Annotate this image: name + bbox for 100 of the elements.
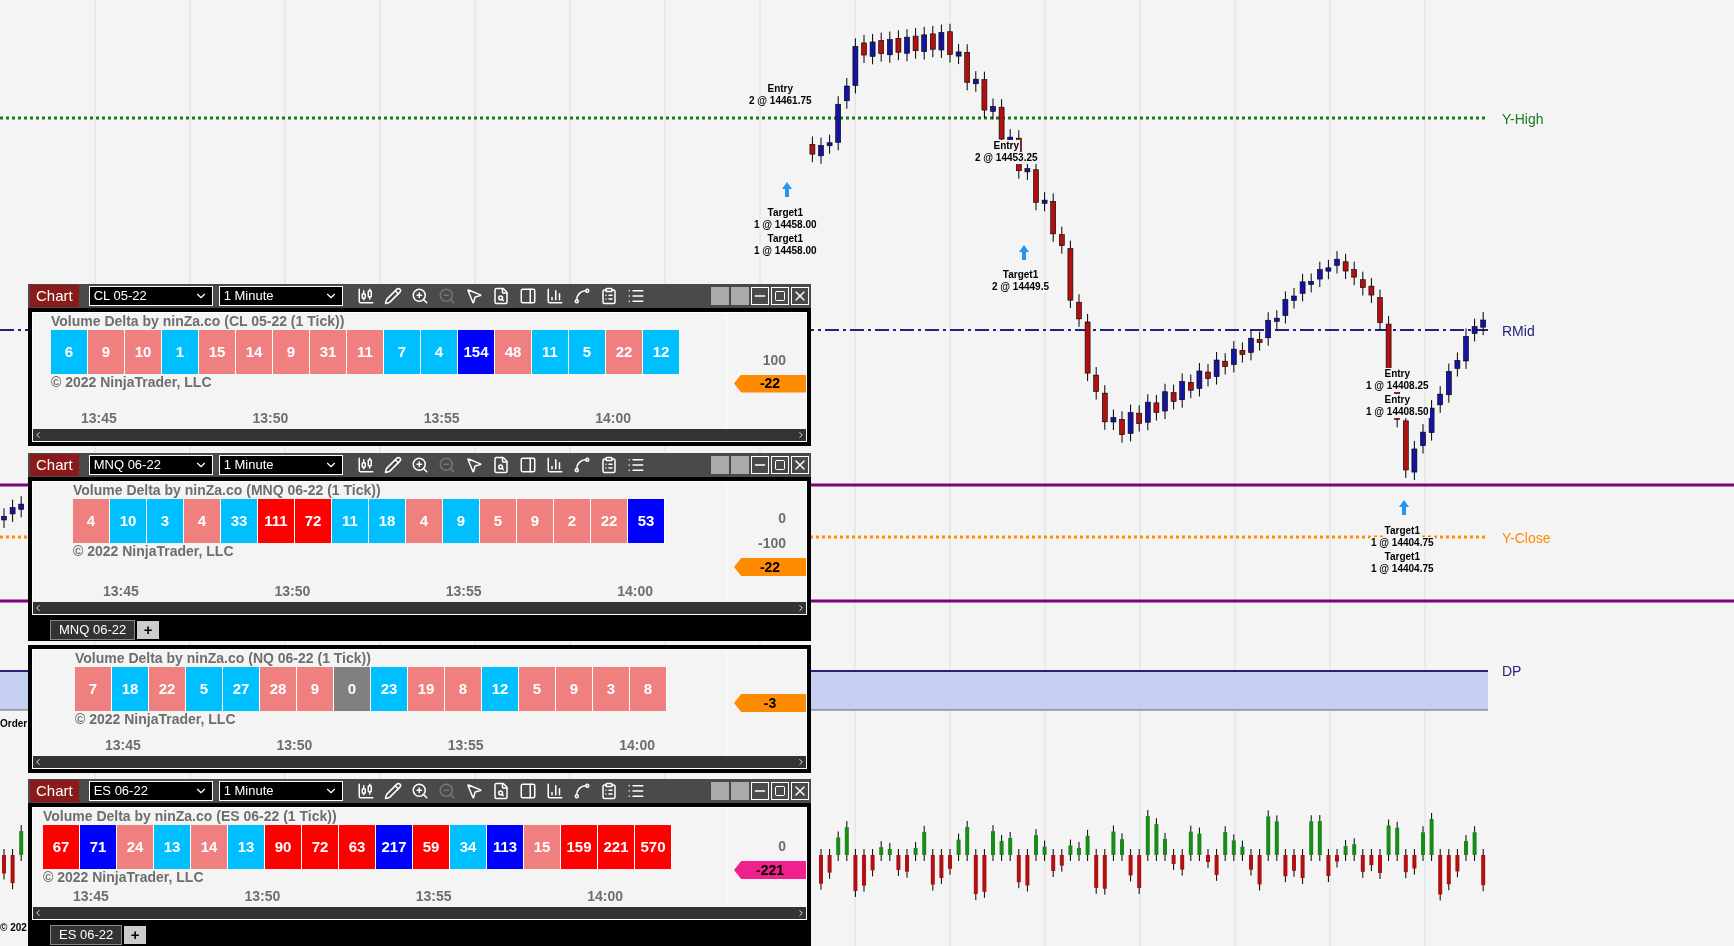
price-badge: -22	[734, 374, 806, 393]
candlestick-icon[interactable]	[356, 456, 375, 474]
time-label: 13:55	[445, 582, 482, 601]
horizontal-scrollbar[interactable]	[33, 756, 806, 768]
volume-delta-cell: 5	[519, 667, 556, 711]
document-search-icon[interactable]	[491, 456, 510, 474]
volume-delta-cell: 28	[260, 667, 297, 711]
trade-detail: 1 @ 14458.00	[753, 219, 818, 231]
candlestick-icon[interactable]	[356, 782, 375, 800]
scroll-right-icon[interactable]	[796, 757, 806, 767]
volume-delta-cell: 8	[445, 667, 482, 711]
bar-chart-icon[interactable]	[545, 782, 564, 800]
instrument-dropdown[interactable]: ES 06-22	[88, 781, 213, 801]
instrument-dropdown[interactable]: CL 05-22	[88, 286, 213, 306]
volume-delta-cell: 217	[376, 825, 413, 869]
volume-delta-cell: 9	[556, 667, 593, 711]
pencil-icon[interactable]	[383, 782, 402, 800]
clipboard-icon[interactable]	[599, 782, 618, 800]
copyright-text: © 2022 NinjaTrader, LLC	[75, 711, 237, 728]
document-search-icon[interactable]	[491, 782, 510, 800]
trade-title: Target1	[1383, 525, 1421, 537]
scroll-left-icon[interactable]	[33, 757, 43, 767]
horizontal-scrollbar[interactable]	[33, 907, 806, 919]
list-icon[interactable]	[626, 782, 645, 800]
volume-delta-cell: 5	[186, 667, 223, 711]
candlestick-series	[1, 495, 24, 529]
zoom-in-icon[interactable]	[410, 287, 429, 305]
interval-dropdown[interactable]: 1 Minute	[218, 455, 343, 475]
pencil-icon[interactable]	[383, 287, 402, 305]
pointer-icon[interactable]	[464, 782, 483, 800]
volume-delta-cell: 15	[524, 825, 561, 869]
panel-icon[interactable]	[518, 782, 537, 800]
price-badge: -22	[734, 558, 806, 576]
scroll-right-icon[interactable]	[796, 603, 806, 613]
time-label: 13:55	[415, 887, 452, 906]
zoom-in-icon[interactable]	[410, 782, 429, 800]
close-icon[interactable]	[791, 782, 809, 800]
level-label: Y-High	[1502, 110, 1544, 129]
bar-chart-icon[interactable]	[545, 287, 564, 305]
close-icon[interactable]	[791, 456, 809, 474]
maximize-icon[interactable]	[771, 456, 789, 474]
maximize-icon[interactable]	[771, 287, 789, 305]
scroll-right-icon[interactable]	[796, 430, 806, 440]
copyright-text: © 2022 NinjaTrader, LLC	[51, 374, 213, 391]
scroll-left-icon[interactable]	[33, 603, 43, 613]
minimize-icon[interactable]	[751, 456, 769, 474]
time-label: 14:00	[617, 582, 653, 601]
close-icon[interactable]	[791, 287, 809, 305]
add-tab-button[interactable]: +	[137, 621, 160, 639]
maximize-icon[interactable]	[771, 782, 789, 800]
clipboard-icon[interactable]	[599, 456, 618, 474]
volume-delta-cell: 10	[125, 330, 162, 374]
bar-chart-icon[interactable]	[545, 456, 564, 474]
scroll-left-icon[interactable]	[33, 908, 43, 918]
scroll-left-icon[interactable]	[33, 430, 43, 440]
list-icon[interactable]	[626, 287, 645, 305]
pointer-icon[interactable]	[464, 456, 483, 474]
volume-delta-cell: 14	[236, 330, 273, 374]
volume-delta-cell: 33	[221, 499, 258, 543]
candlestick-icon[interactable]	[356, 287, 375, 305]
add-tab-button[interactable]: +	[124, 926, 147, 944]
pencil-icon[interactable]	[383, 456, 402, 474]
interval-dropdown[interactable]: 1 Minute	[218, 781, 343, 801]
volume-delta-cell: 6	[51, 330, 88, 374]
trade-detail: 2 @ 14461.75	[748, 95, 813, 107]
order-text: Order	[0, 717, 28, 731]
copyright-text: © 202	[0, 921, 27, 935]
trade-title: Target1	[1383, 551, 1421, 563]
volume-delta-cell: 221	[598, 825, 635, 869]
volume-delta-cell: 3	[147, 499, 184, 543]
minimize-icon[interactable]	[751, 287, 769, 305]
panel-icon[interactable]	[518, 287, 537, 305]
line-chart-icon[interactable]	[572, 456, 591, 474]
line-chart-icon[interactable]	[572, 782, 591, 800]
zoom-in-icon[interactable]	[410, 456, 429, 474]
line-chart-icon[interactable]	[572, 287, 591, 305]
horizontal-scrollbar[interactable]	[33, 429, 806, 441]
horizontal-scrollbar[interactable]	[33, 602, 806, 614]
volume-delta-cell: 3	[593, 667, 630, 711]
list-icon[interactable]	[626, 456, 645, 474]
document-search-icon[interactable]	[491, 287, 510, 305]
volume-delta-cell: 4	[406, 499, 443, 543]
scroll-right-icon[interactable]	[796, 908, 806, 918]
interval-dropdown[interactable]: 1 Minute	[218, 286, 343, 306]
volume-delta-cell: 11	[532, 330, 569, 374]
instrument-dropdown[interactable]: MNQ 06-22	[88, 455, 213, 475]
chart-label: Chart	[30, 780, 79, 802]
panel-icon[interactable]	[518, 456, 537, 474]
minimize-icon[interactable]	[751, 782, 769, 800]
clipboard-icon[interactable]	[599, 287, 618, 305]
trade-detail: 2 @ 14449.5	[991, 281, 1051, 293]
pointer-icon[interactable]	[464, 287, 483, 305]
volume-delta-cell: 0	[334, 667, 371, 711]
instrument-tab[interactable]: ES 06-22	[50, 925, 123, 945]
volume-delta-cell: 72	[295, 499, 332, 543]
copyright-text: © 2022 NinjaTrader, LLC	[73, 543, 235, 560]
level-label: DP	[1502, 662, 1522, 681]
volume-delta-cell: 18	[369, 499, 406, 543]
instrument-tab[interactable]: MNQ 06-22	[50, 620, 136, 640]
volume-delta-cell: 24	[117, 825, 154, 869]
